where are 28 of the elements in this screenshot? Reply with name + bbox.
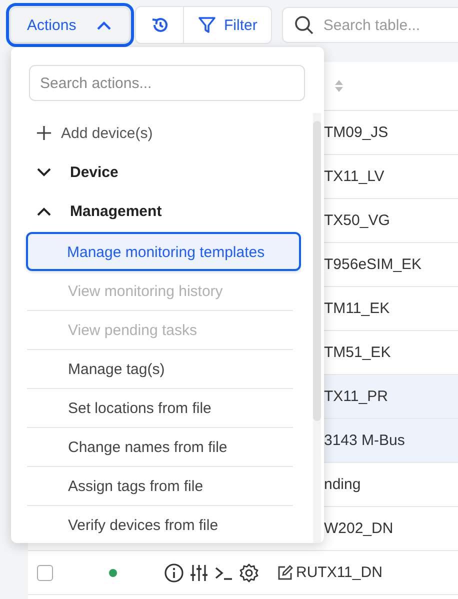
menu-item[interactable]: Manage monitoring templates	[26, 232, 301, 271]
scrollbar[interactable]	[313, 113, 321, 543]
menu-group[interactable]: Management	[27, 192, 293, 231]
menu-item[interactable]: Set locations from file	[27, 389, 293, 428]
chevron-icon	[37, 168, 51, 177]
edit-icon	[277, 564, 293, 580]
info-icon[interactable]	[164, 562, 184, 582]
search-icon	[294, 15, 314, 35]
history-button[interactable]	[136, 7, 184, 43]
menu-group[interactable]: Device	[27, 153, 293, 192]
search-field[interactable]: Search table...	[282, 7, 458, 43]
sort-icon	[334, 79, 344, 93]
menu-item[interactable]: Manage tag(s)	[27, 350, 293, 389]
chevron-icon	[37, 207, 51, 216]
device-name[interactable]: RUTX11_DN	[296, 564, 382, 581]
menu-item[interactable]: Assign tags from file	[27, 467, 293, 506]
menu-item[interactable]: Add device(s)	[27, 113, 293, 153]
funnel-icon	[198, 16, 216, 34]
menu-item[interactable]: Change names from file	[27, 428, 293, 467]
history-icon	[150, 16, 168, 34]
sliders-icon[interactable]	[189, 562, 209, 582]
checkbox[interactable]	[37, 564, 53, 580]
chevron-icon	[97, 20, 111, 30]
plus-icon	[37, 126, 51, 140]
scrollbar-thumb[interactable]	[313, 121, 321, 421]
search-field[interactable]: Search actions...	[29, 65, 305, 101]
settings-icon[interactable]	[239, 562, 259, 582]
menu-item[interactable]: Verify devices from file	[27, 506, 293, 543]
